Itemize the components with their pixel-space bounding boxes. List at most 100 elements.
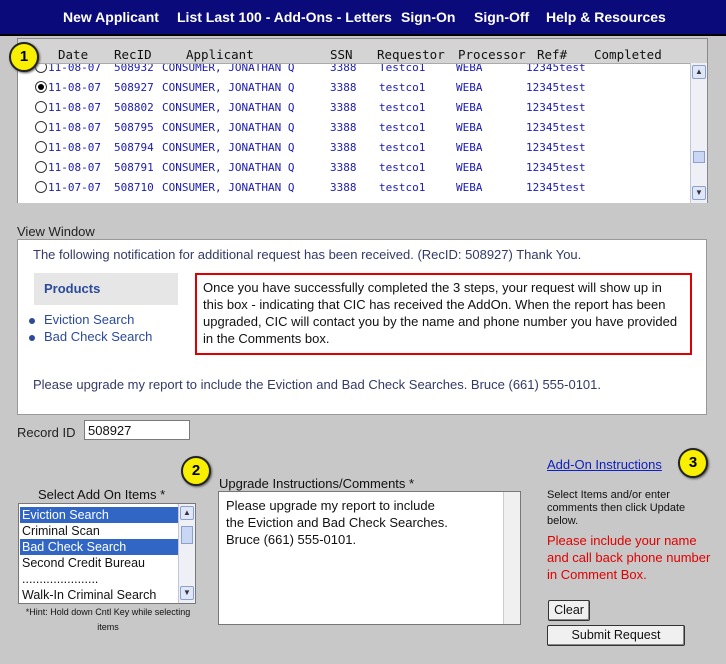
cell-ssn: 3388 [330, 101, 357, 114]
nav-list-last-100[interactable]: List Last 100 - Add-Ons - Letters [177, 9, 392, 25]
cell-applicant: CONSUMER, JONATHAN Q [162, 141, 295, 154]
cell-date: 11-08-07 [48, 101, 101, 114]
cell-applicant: CONSUMER, JONATHAN Q [162, 101, 295, 114]
view-window-comment: Please upgrade my report to include the … [33, 377, 602, 392]
cell-requestor: testco1 [379, 81, 426, 94]
cell-ssn: 3388 [330, 161, 357, 174]
table-row[interactable]: 11-08-07 508932 CONSUMER, JONATHAN Q 3388 Te… [18, 63, 691, 78]
cell-applicant: CONSUMER, JONATHAN Q [162, 81, 295, 94]
addon-instructions-link[interactable]: Add-On Instructions [547, 457, 662, 472]
nav-new-applicant[interactable]: New Applicant [63, 9, 159, 25]
addon-scroll-thumb[interactable] [181, 526, 193, 544]
record-id-field[interactable] [84, 420, 190, 440]
row-radio[interactable] [35, 81, 47, 93]
records-header: Date RecID Applicant SSN Requestor Proce… [18, 39, 707, 63]
cell-ref: 12345test [526, 101, 586, 114]
col-processor: Processor [458, 47, 526, 62]
col-completed: Completed [594, 47, 662, 62]
addon-select-list[interactable]: Walk-In Criminal Search.................… [18, 503, 196, 604]
cell-recid: 508927 [114, 81, 154, 94]
comments-textarea[interactable]: Please upgrade my report to include the … [218, 491, 521, 625]
product-bad-check-search: Bad Check Search [28, 329, 153, 344]
col-applicant: Applicant [186, 47, 254, 62]
addon-option[interactable]: Criminal Scan [20, 523, 178, 539]
cell-processor: WEBA [456, 121, 483, 134]
table-row[interactable]: 11-08-07 508927 CONSUMER, JONATHAN Q 3388 te… [18, 78, 691, 98]
addon-option[interactable]: Second Credit Bureau [20, 555, 178, 571]
row-radio[interactable] [35, 161, 47, 173]
view-window-label: View Window [17, 224, 95, 239]
cell-ssn: 3388 [330, 63, 357, 74]
records-list: Date RecID Applicant SSN Requestor Proce… [17, 38, 708, 203]
cell-ref: 12345test [526, 81, 586, 94]
cell-ssn: 3388 [330, 181, 357, 194]
cell-requestor: testco1 [379, 181, 426, 194]
row-radio[interactable] [35, 121, 47, 133]
scroll-down-icon[interactable]: ▼ [692, 186, 706, 200]
instructions-text: Select Items and/or enter comments then … [547, 489, 686, 527]
cell-date: 11-08-07 [48, 141, 101, 154]
cell-requestor: testco1 [379, 141, 426, 154]
cell-applicant: CONSUMER, JONATHAN Q [162, 161, 295, 174]
nav-sign-on[interactable]: Sign-On [401, 9, 455, 25]
product-eviction-search: Eviction Search [28, 312, 135, 327]
cell-requestor: testco1 [379, 101, 426, 114]
addon-scroll-down-icon[interactable]: ▼ [180, 586, 194, 600]
col-date: Date [58, 47, 89, 62]
addon-scroll-up-icon[interactable]: ▲ [180, 506, 194, 520]
cell-recid: 508710 [114, 181, 154, 194]
cell-recid: 508794 [114, 141, 154, 154]
table-row[interactable]: 11-08-07 508791 CONSUMER, JONATHAN Q 3388 te… [18, 158, 691, 178]
clear-button[interactable]: Clear [548, 600, 590, 621]
cell-requestor: testco1 [379, 161, 426, 174]
table-row[interactable]: 11-07-07 508710 CONSUMER, JONATHAN Q 3388 te… [18, 178, 691, 198]
cell-applicant: CONSUMER, JONATHAN Q [162, 63, 295, 74]
cell-date: 11-07-07 [48, 181, 101, 194]
submit-request-button[interactable]: Submit Request [547, 625, 685, 646]
scroll-up-icon[interactable]: ▲ [692, 65, 706, 79]
row-radio[interactable] [35, 141, 47, 153]
notification-text: The following notification for additiona… [33, 247, 582, 262]
cell-processor: WEBA [456, 141, 483, 154]
records-scrollbar[interactable]: ▲ ▼ [690, 63, 707, 203]
addon-scrollbar[interactable]: ▲ ▼ [178, 504, 195, 603]
cell-ref: 12345test [526, 121, 586, 134]
step-badge-2: 2 [181, 456, 211, 486]
col-ref: Ref# [537, 47, 568, 62]
cell-ref: 12345test [526, 181, 586, 194]
nav-help-resources[interactable]: Help & Resources [546, 9, 666, 25]
cell-date: 11-08-07 [48, 63, 101, 74]
comments-text: Please upgrade my report to include the … [226, 498, 448, 547]
row-radio[interactable] [35, 181, 47, 193]
cell-ssn: 3388 [330, 121, 357, 134]
records-body: 11-08-07 508932 CONSUMER, JONATHAN Q 3388 Te… [18, 63, 691, 203]
cell-requestor: Testco1 [379, 63, 426, 74]
cell-recid: 508791 [114, 161, 154, 174]
addon-option[interactable]: Eviction Search [20, 507, 178, 523]
cell-recid: 508795 [114, 121, 154, 134]
step-badge-3: 3 [678, 448, 708, 478]
comments-scrollbar[interactable] [503, 492, 520, 624]
top-nav: New Applicant List Last 100 - Add-Ons - … [0, 0, 726, 36]
products-header: Products [34, 273, 178, 305]
cell-date: 11-08-07 [48, 81, 101, 94]
table-row[interactable]: 11-08-07 508794 CONSUMER, JONATHAN Q 3388 te… [18, 138, 691, 158]
comments-label: Upgrade Instructions/Comments * [219, 476, 415, 491]
cell-processor: WEBA [456, 81, 483, 94]
scroll-thumb[interactable] [693, 151, 705, 163]
col-recid: RecID [114, 47, 152, 62]
step-badge-1: 1 [9, 42, 39, 72]
col-ssn: SSN [330, 47, 353, 62]
addon-option[interactable]: Walk-In Criminal Search [20, 587, 178, 603]
table-row[interactable]: 11-08-07 508802 CONSUMER, JONATHAN Q 3388 te… [18, 98, 691, 118]
cell-processor: WEBA [456, 181, 483, 194]
cell-processor: WEBA [456, 63, 483, 74]
addon-option[interactable]: ...................... [20, 571, 178, 587]
nav-sign-off[interactable]: Sign-Off [474, 9, 529, 25]
addon-option[interactable]: Bad Check Search [20, 539, 178, 555]
row-radio[interactable] [35, 101, 47, 113]
table-row[interactable]: 11-08-07 508795 CONSUMER, JONATHAN Q 3388 te… [18, 118, 691, 138]
instructions-warning: Please include your name and call back p… [547, 533, 711, 582]
view-window: The following notification for additiona… [17, 239, 707, 415]
cell-processor: WEBA [456, 101, 483, 114]
